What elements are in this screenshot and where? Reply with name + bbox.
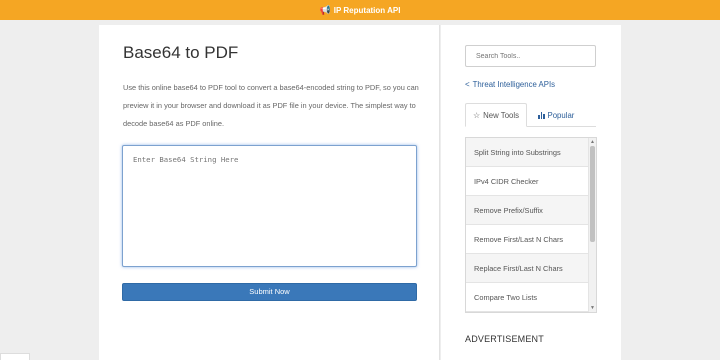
base64-input[interactable] [122, 145, 417, 267]
tab-popular-label: Popular [547, 110, 575, 120]
star-icon: ☆ [473, 110, 481, 120]
tool-item[interactable]: Replace First/Last N Chars [466, 254, 588, 283]
resize-grip-icon[interactable] [407, 258, 415, 266]
tool-item[interactable]: Remove Prefix/Suffix [466, 196, 588, 225]
tool-item[interactable]: Split String into Substrings [466, 138, 588, 167]
submit-button[interactable]: Submit Now [122, 283, 417, 301]
new-tools-list: Split String into Substrings IPv4 CIDR C… [465, 137, 597, 313]
sidebar: < Threat Intelligence APIs ☆ New Tools P… [441, 25, 621, 360]
page-title: Base64 to PDF [123, 43, 239, 62]
scroll-thumb[interactable] [590, 146, 595, 242]
tool-item[interactable]: IPv4 CIDR Checker [466, 167, 588, 196]
tab-popular[interactable]: Popular [531, 103, 581, 127]
threat-intelligence-apis-label: Threat Intelligence APIs [472, 80, 556, 89]
scroll-down-icon[interactable]: ▼ [590, 305, 595, 311]
bottom-left-widget [0, 353, 30, 360]
scroll-up-icon[interactable]: ▲ [590, 139, 595, 145]
share-icon: < [465, 80, 470, 89]
tool-item[interactable]: Compare Two Lists [466, 283, 588, 312]
tool-item[interactable]: Remove First/Last N Chars [466, 225, 588, 254]
megaphone-icon: 📢 [319, 4, 331, 15]
ip-reputation-api-label: IP Reputation API [333, 5, 401, 15]
main-content-panel: Base64 to PDF Use this online base64 to … [99, 25, 440, 360]
tab-new-tools[interactable]: ☆ New Tools [465, 103, 527, 127]
search-tools-input[interactable] [465, 45, 596, 67]
ip-reputation-api-link[interactable]: 📢 IP Reputation API [319, 4, 401, 15]
bar-chart-icon [538, 111, 545, 119]
advertisement-label: ADVERTISEMENT [465, 334, 544, 344]
tab-new-tools-label: New Tools [483, 110, 519, 120]
tool-description: Use this online base64 to PDF tool to co… [123, 83, 419, 128]
tools-scrollbar[interactable]: ▲ ▼ [588, 138, 596, 312]
top-announcement-bar: 📢 IP Reputation API [0, 0, 720, 20]
threat-intelligence-apis-link[interactable]: < Threat Intelligence APIs [465, 80, 555, 89]
tool-tabs: ☆ New Tools Popular [465, 103, 596, 127]
